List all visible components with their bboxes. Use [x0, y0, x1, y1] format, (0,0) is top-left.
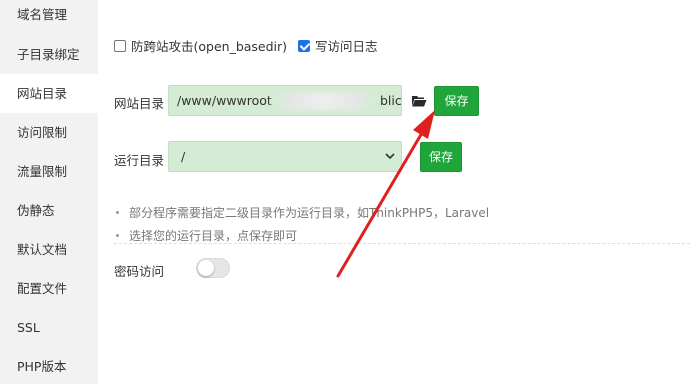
write-log-option[interactable]: 写访问日志 — [298, 36, 378, 55]
list-item: 部分程序需要指定二级目录作为运行目录，如ThinkPHP5，Laravel — [114, 201, 489, 223]
anti-xss-checkbox[interactable] — [114, 39, 126, 52]
site-dir-save-button[interactable]: 保存 — [434, 86, 479, 116]
site-dir-value-start: /www/wwwroot — [177, 93, 272, 108]
tip-text: 选择您的运行目录，点保存即可 — [129, 228, 298, 243]
sidebar-item-ssl[interactable]: SSL — [0, 308, 98, 347]
sidebar-item-access-limit[interactable]: 访问限制 — [0, 113, 98, 152]
sidebar: 域名管理 子目录绑定 网站目录 访问限制 流量限制 伪静态 默认文档 配置文件 … — [0, 0, 98, 384]
run-dir-label: 运行目录 — [114, 153, 165, 168]
sidebar-item-php-version[interactable]: PHP版本 — [0, 347, 98, 384]
chevron-down-icon — [385, 153, 395, 160]
redacted-path — [272, 92, 376, 110]
main-panel: 防跨站攻击(open_basedir) 写访问日志 网站目录 /www/wwwr… — [98, 0, 690, 384]
sidebar-item-rewrite[interactable]: 伪静态 — [0, 191, 98, 230]
folder-open-icon[interactable] — [411, 94, 427, 108]
sidebar-item-default-doc[interactable]: 默认文档 — [0, 230, 98, 269]
bullet-icon — [116, 210, 119, 214]
sidebar-item-config-file[interactable]: 配置文件 — [0, 269, 98, 308]
run-dir-selected: / — [181, 149, 186, 164]
write-log-checkbox[interactable] — [298, 39, 311, 52]
anti-xss-option[interactable]: 防跨站攻击(open_basedir) — [114, 36, 287, 55]
site-dir-input[interactable]: /www/wwwroot blic — [168, 85, 402, 116]
site-dir-value-end: blic — [380, 93, 402, 108]
tip-text: 部分程序需要指定二级目录作为运行目录，如ThinkPHP5，Laravel — [129, 205, 490, 220]
divider — [114, 243, 690, 244]
run-dir-select[interactable]: / — [168, 141, 402, 172]
password-access-label: 密码访问 — [114, 264, 165, 279]
sidebar-item-subdir-bind[interactable]: 子目录绑定 — [0, 35, 98, 74]
run-dir-save-button[interactable]: 保存 — [420, 142, 462, 172]
sidebar-item-site-dir[interactable]: 网站目录 — [0, 74, 98, 113]
anti-xss-label: 防跨站攻击(open_basedir) — [131, 39, 288, 54]
tips-list: 部分程序需要指定二级目录作为运行目录，如ThinkPHP5，Laravel 选择… — [114, 201, 489, 247]
password-access-toggle[interactable] — [196, 258, 230, 278]
write-log-label: 写访问日志 — [315, 39, 378, 54]
options-row: 防跨站攻击(open_basedir) 写访问日志 — [114, 36, 389, 55]
bullet-icon — [116, 233, 119, 237]
sidebar-item-domain[interactable]: 域名管理 — [0, 0, 98, 35]
sidebar-item-traffic-limit[interactable]: 流量限制 — [0, 152, 98, 191]
toggle-knob — [198, 260, 214, 276]
site-dir-label: 网站目录 — [114, 96, 165, 111]
